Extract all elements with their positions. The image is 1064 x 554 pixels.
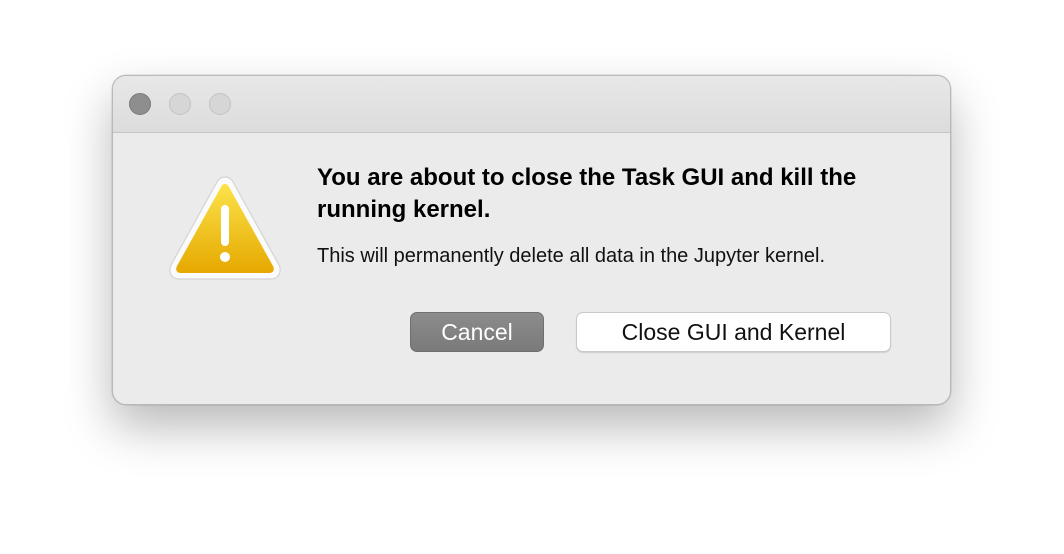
warning-icon <box>166 174 284 282</box>
close-window-button[interactable] <box>129 93 151 115</box>
dialog-heading: You are about to close the Task GUI and … <box>317 164 857 223</box>
zoom-window-button[interactable] <box>209 93 231 115</box>
close-gui-and-kernel-button[interactable]: Close GUI and Kernel <box>576 312 891 352</box>
cancel-button[interactable]: Cancel <box>410 312 544 352</box>
alert-dialog: You are about to close the Task GUI and … <box>112 75 951 405</box>
dialog-message: This will permanently delete all data in… <box>317 245 826 267</box>
minimize-window-button[interactable] <box>169 93 191 115</box>
titlebar <box>113 76 950 133</box>
